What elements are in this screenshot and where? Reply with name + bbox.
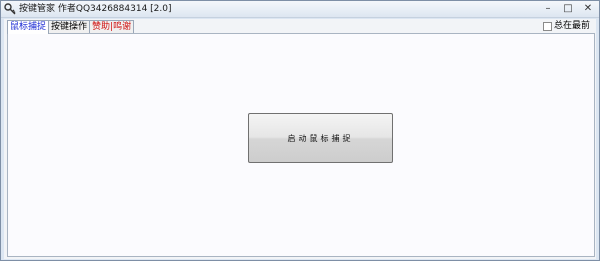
tab-key-operation[interactable]: 按键操作 [48,20,91,33]
always-on-top-checkbox[interactable] [542,22,552,31]
title-bar[interactable]: 按键管家 作者QQ3426884314 [2.0] – □ ✕ [1,1,599,18]
tab-panel: 启动鼠标捕捉 [7,33,595,257]
maximize-button[interactable]: □ [561,2,575,16]
close-button[interactable]: ✕ [581,2,595,16]
caption-buttons: – □ ✕ [541,2,595,16]
tab-mouse-capture[interactable]: 鼠标捕捉 [7,20,50,34]
tab-bar: 鼠标捕捉 按键操作 赞助|鸣谢 [7,20,135,34]
always-on-top-label: 总在最前 [553,21,590,31]
tab-sponsor-thanks[interactable]: 赞助|鸣谢 [89,20,135,33]
always-on-top-option[interactable]: 总在最前 [542,21,590,32]
app-window: 按键管家 作者QQ3426884314 [2.0] – □ ✕ 鼠标捕捉 按键操… [0,0,600,261]
tab-sponsor-label: 赞助 [92,22,111,32]
tab-thanks-label: 鸣谢 [113,22,132,32]
key-icon [4,3,16,15]
minimize-button[interactable]: – [541,2,555,16]
start-capture-button[interactable]: 启动鼠标捕捉 [248,113,393,163]
client-area: 鼠标捕捉 按键操作 赞助|鸣谢 总在最前 启动鼠标捕捉 [4,19,596,259]
window-title: 按键管家 作者QQ3426884314 [2.0] [19,4,172,14]
